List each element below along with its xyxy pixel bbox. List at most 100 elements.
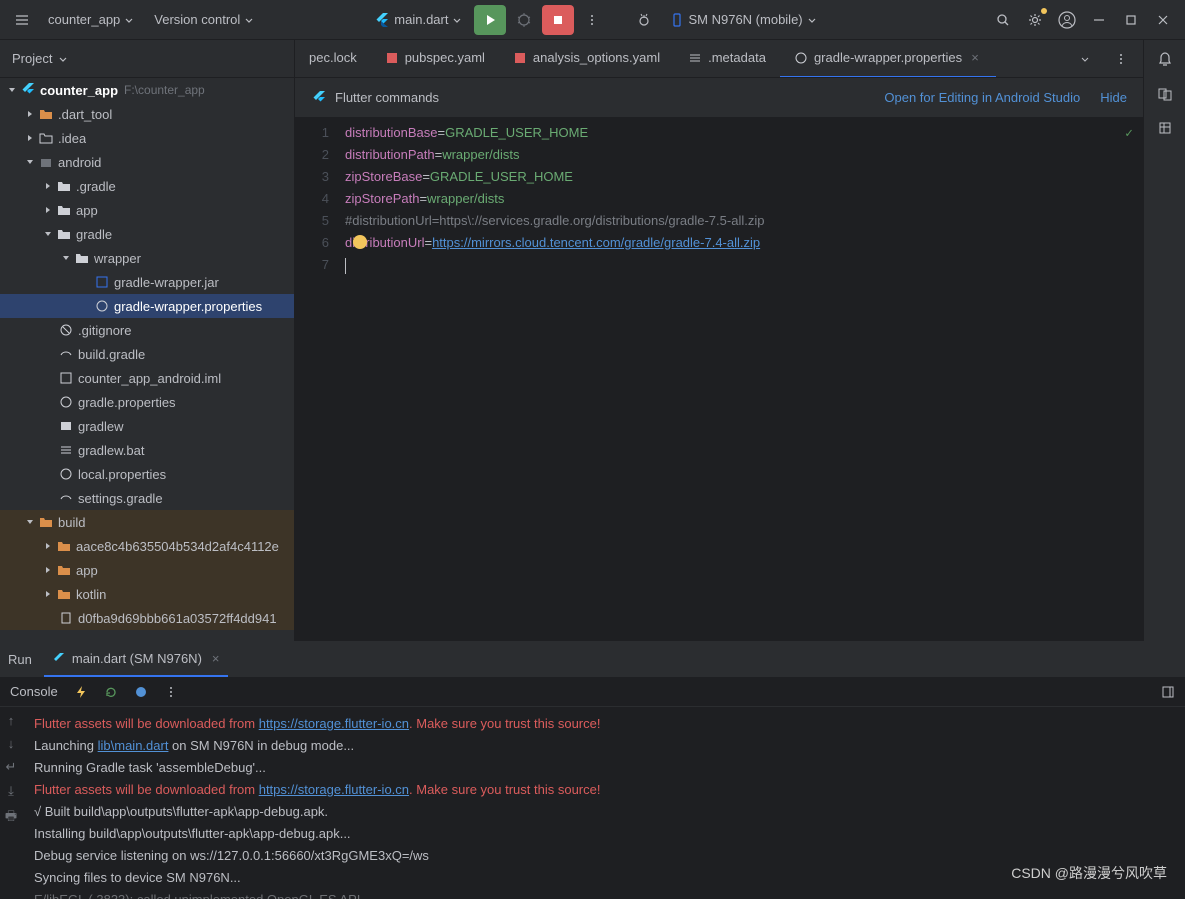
- bookmarks-icon[interactable]: [1157, 86, 1173, 102]
- tree-item[interactable]: .gradle: [0, 174, 294, 198]
- stop-button[interactable]: [542, 5, 574, 35]
- tree-item[interactable]: .idea: [0, 126, 294, 150]
- tree-item[interactable]: gradlew: [0, 414, 294, 438]
- chevron-down-icon: [58, 54, 68, 64]
- close-tab-icon[interactable]: ×: [212, 651, 220, 666]
- project-tree[interactable]: counter_appF:\counter_app .dart_tool .id…: [0, 78, 294, 641]
- file-icon: [59, 611, 73, 625]
- layout-icon[interactable]: [1161, 685, 1175, 699]
- tab[interactable]: analysis_options.yaml: [499, 40, 674, 78]
- reload-icon[interactable]: [104, 685, 118, 699]
- code-editor[interactable]: 1234567 distributionBase=GRADLE_USER_HOM…: [295, 118, 1143, 641]
- tab[interactable]: .metadata: [674, 40, 780, 78]
- avatar-icon[interactable]: [1053, 6, 1081, 34]
- tree-item[interactable]: build: [0, 510, 294, 534]
- run-button[interactable]: [474, 5, 506, 35]
- maximize-icon[interactable]: [1117, 6, 1145, 34]
- run-tab[interactable]: main.dart (SM N976N) ×: [44, 642, 228, 677]
- tree-root[interactable]: counter_appF:\counter_app: [0, 78, 294, 102]
- lightning-icon[interactable]: [74, 685, 88, 699]
- chevron-down-icon: [452, 15, 462, 25]
- debug-icon[interactable]: [510, 6, 538, 34]
- settings-icon[interactable]: [1021, 6, 1049, 34]
- lightbulb-icon[interactable]: [353, 235, 367, 249]
- yaml-icon: [513, 51, 527, 65]
- console-gutter: ↑ ↓ ↵ ⤓ 🖶: [0, 707, 22, 899]
- notifications-icon[interactable]: [1156, 50, 1174, 68]
- tree-item[interactable]: settings.gradle: [0, 486, 294, 510]
- tree-item[interactable]: gradle.properties: [0, 390, 294, 414]
- iml-icon: [59, 371, 73, 385]
- flutter-icon: [52, 652, 66, 666]
- tree-item[interactable]: wrapper: [0, 246, 294, 270]
- gradle-icon: [59, 491, 73, 505]
- tree-item[interactable]: aace8c4b635504b534d2af4c4112e: [0, 534, 294, 558]
- device-dropdown[interactable]: SM N976N (mobile): [662, 8, 824, 31]
- console-label: Console: [10, 684, 58, 699]
- close-icon[interactable]: [1149, 6, 1177, 34]
- android-folder-icon: [39, 155, 53, 169]
- main-menu-icon[interactable]: [8, 6, 36, 34]
- tree-item[interactable]: gradle-wrapper.jar: [0, 270, 294, 294]
- tree-item[interactable]: .gitignore: [0, 318, 294, 342]
- project-dropdown[interactable]: counter_app: [40, 8, 142, 31]
- tree-item[interactable]: gradlew.bat: [0, 438, 294, 462]
- tree-item[interactable]: .dart_tool: [0, 102, 294, 126]
- tree-item[interactable]: gradle: [0, 222, 294, 246]
- database-icon[interactable]: [1157, 120, 1173, 136]
- vcs-dropdown[interactable]: Version control: [146, 8, 262, 31]
- hide-link[interactable]: Hide: [1100, 90, 1127, 105]
- jar-icon: [95, 275, 109, 289]
- properties-icon: [794, 51, 808, 65]
- bat-icon: [59, 443, 73, 457]
- more-icon[interactable]: [164, 685, 178, 699]
- more-icon[interactable]: [578, 6, 606, 34]
- tree-item[interactable]: local.properties: [0, 462, 294, 486]
- editor-tabs: pec.lock pubspec.yaml analysis_options.y…: [295, 40, 1143, 78]
- devtools-icon[interactable]: [134, 685, 148, 699]
- chevron-down-icon: [244, 15, 254, 25]
- scroll-icon[interactable]: ⤓: [8, 783, 14, 799]
- up-icon[interactable]: ↑: [8, 713, 15, 728]
- minimize-icon[interactable]: [1085, 6, 1113, 34]
- run-config-dropdown[interactable]: main.dart: [366, 8, 470, 32]
- file-icon: [688, 51, 702, 65]
- tab-active[interactable]: gradle-wrapper.properties×: [780, 40, 996, 78]
- project-tool-header[interactable]: Project: [0, 40, 294, 78]
- gitignore-icon: [59, 323, 73, 337]
- yaml-icon: [385, 51, 399, 65]
- tree-item[interactable]: kotlin: [0, 582, 294, 606]
- search-icon[interactable]: [989, 6, 1017, 34]
- more-icon[interactable]: [1107, 45, 1135, 73]
- down-icon[interactable]: ↓: [8, 736, 15, 751]
- flutter-icon: [20, 82, 36, 98]
- project-sidebar: Project counter_appF:\counter_app .dart_…: [0, 40, 295, 641]
- tab[interactable]: pec.lock: [295, 40, 371, 78]
- run-panel: Run main.dart (SM N976N) × Console ↑ ↓ ↵…: [0, 641, 1185, 899]
- editor-area: pec.lock pubspec.yaml analysis_options.y…: [295, 40, 1143, 641]
- flutter-commands-bar: Flutter commands Open for Editing in And…: [295, 78, 1143, 118]
- tree-item[interactable]: counter_app_android.iml: [0, 366, 294, 390]
- tab[interactable]: pubspec.yaml: [371, 40, 499, 78]
- open-android-studio-link[interactable]: Open for Editing in Android Studio: [884, 90, 1080, 105]
- sh-icon: [59, 419, 73, 433]
- tree-item[interactable]: app: [0, 198, 294, 222]
- print-icon[interactable]: 🖶: [5, 807, 17, 829]
- tree-item[interactable]: android: [0, 150, 294, 174]
- phone-icon: [670, 13, 684, 27]
- wrap-icon[interactable]: ↵: [6, 759, 17, 775]
- right-tool-rail: [1143, 40, 1185, 641]
- flutter-icon: [311, 90, 327, 106]
- debug-tool-icon[interactable]: [630, 6, 658, 34]
- tree-item[interactable]: build.gradle: [0, 342, 294, 366]
- tree-item-selected[interactable]: gradle-wrapper.properties: [0, 294, 294, 318]
- gradle-icon: [59, 347, 73, 361]
- properties-icon: [59, 395, 73, 409]
- close-tab-icon[interactable]: ×: [968, 51, 982, 65]
- console-output[interactable]: Flutter assets will be downloaded from h…: [22, 707, 1185, 899]
- tree-item[interactable]: app: [0, 558, 294, 582]
- chevron-down-icon[interactable]: [1071, 45, 1099, 73]
- flutter-icon: [374, 12, 390, 28]
- tree-item[interactable]: d0fba9d69bbb661a03572ff4dd941: [0, 606, 294, 630]
- chevron-down-icon: [124, 15, 134, 25]
